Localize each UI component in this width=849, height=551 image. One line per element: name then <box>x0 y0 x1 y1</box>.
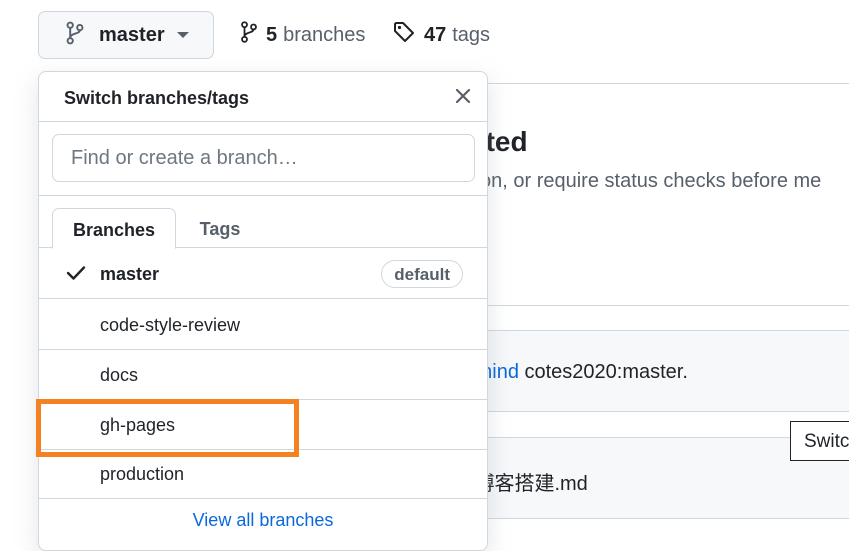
branch-dropdown: Switch branches/tags Branches Tags maste… <box>38 71 488 551</box>
tags-link[interactable]: 47 tags <box>392 20 490 50</box>
branch-name: production <box>100 464 185 484</box>
tab-tags[interactable]: Tags <box>187 208 253 249</box>
tab-branches[interactable]: Branches <box>52 208 176 249</box>
switch-tooltip: Switc <box>790 421 849 461</box>
branch-item-master[interactable]: master default <box>39 249 487 299</box>
compare-target: cotes2020:master. <box>518 361 688 383</box>
branch-button-label: master <box>99 23 165 46</box>
view-all-branches-link[interactable]: View all branches <box>39 510 487 531</box>
branch-select-button[interactable]: master <box>38 11 214 59</box>
protection-description: tion, or require status checks before me <box>470 170 822 192</box>
tag-icon <box>392 20 416 50</box>
divider <box>470 83 849 84</box>
dropdown-title: Switch branches/tags <box>64 88 250 108</box>
branch-name: master <box>100 264 160 284</box>
dropdown-tabs: Branches Tags <box>39 196 487 249</box>
compare-status: ehind cotes2020:master. <box>470 361 688 384</box>
branch-name: gh-pages <box>100 415 176 435</box>
check-icon <box>66 265 86 286</box>
branch-name: code-style-review <box>100 315 241 335</box>
close-icon[interactable] <box>453 86 473 106</box>
branch-name: docs <box>100 365 139 385</box>
branch-item-docs[interactable]: docs <box>39 350 487 400</box>
branches-count: 5 <box>266 23 278 46</box>
branch-item-gh-pages[interactable]: gh-pages <box>39 400 487 450</box>
caret-down-icon <box>176 26 189 44</box>
branch-search-input[interactable] <box>52 134 475 182</box>
divider <box>470 305 849 306</box>
dropdown-header: Switch branches/tags <box>39 72 487 122</box>
branches-link[interactable]: 5 branches <box>240 20 365 50</box>
default-badge: default <box>381 260 463 288</box>
tags-label: tags <box>452 23 491 46</box>
git-branch-icon <box>65 21 85 50</box>
branch-item-production[interactable]: production <box>39 449 487 499</box>
branch-item-code-style-review[interactable]: code-style-review <box>39 300 487 350</box>
branches-label: branches <box>283 23 366 46</box>
git-branch-icon <box>240 20 258 50</box>
tags-count: 47 <box>424 23 447 46</box>
filter-section <box>39 122 487 196</box>
